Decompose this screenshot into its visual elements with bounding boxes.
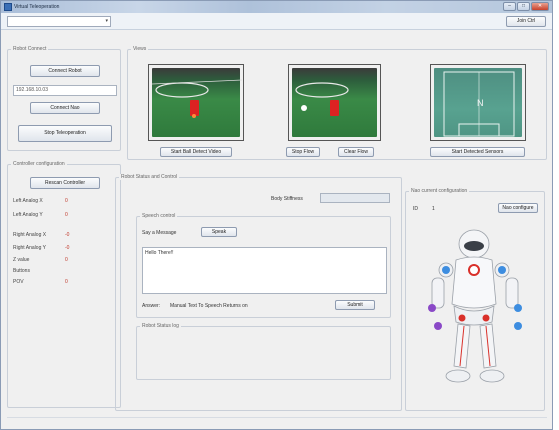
controller-row-label: Right Analog Y bbox=[13, 245, 46, 251]
nao-robot-diagram bbox=[428, 229, 522, 383]
controller-config-group: Controller configuration Rescan Controll… bbox=[7, 161, 121, 408]
field-center-circle bbox=[295, 82, 349, 98]
nao-id-label: ID bbox=[413, 206, 418, 212]
controller-row: Buttons bbox=[13, 268, 30, 274]
connect-nao-button[interactable]: Connect Nao bbox=[30, 102, 100, 114]
window-title: Virtual Teleoperation bbox=[14, 4, 60, 10]
status-log-group: Robot Status log bbox=[136, 323, 391, 380]
right-hip-joint bbox=[482, 314, 490, 322]
maximize-button[interactable]: □ bbox=[517, 2, 530, 11]
nao-configure-button[interactable]: Nao configure bbox=[498, 203, 538, 213]
right-foot bbox=[479, 369, 505, 383]
left-hip-joint bbox=[458, 314, 466, 322]
minimize-button[interactable]: – bbox=[503, 2, 516, 11]
controller-row-label: Right Analog X bbox=[13, 232, 47, 238]
start-ball-detect-button[interactable]: Start Ball Detect Video bbox=[160, 147, 232, 157]
speech-control-label: Speech control bbox=[140, 213, 178, 219]
nao-config-label: Nao current configuration bbox=[409, 188, 470, 194]
close-button[interactable]: ✕ bbox=[531, 2, 549, 11]
clear-flow-button[interactable]: Clear Flow bbox=[338, 147, 374, 157]
red-robot-marker bbox=[190, 100, 199, 116]
nao-id-value: 1 bbox=[432, 206, 435, 212]
player-marker: N bbox=[477, 98, 484, 108]
right-wrist-joint bbox=[514, 322, 522, 330]
nao-config-group: Nao current configuration ID 1 Nao confi… bbox=[405, 188, 545, 411]
stop-teleoperation-button[interactable]: Stop Teleoperation bbox=[18, 125, 112, 142]
answer-label: Answer: bbox=[142, 303, 161, 309]
nao-face-visor bbox=[464, 241, 484, 251]
controller-row-label: Left Analog X bbox=[13, 198, 43, 204]
right-arm bbox=[505, 277, 519, 309]
robot-select[interactable]: ▾ bbox=[7, 16, 111, 27]
controller-row: Z value 0 bbox=[13, 257, 68, 263]
ball-camera-view bbox=[148, 64, 244, 141]
flow-camera-view bbox=[288, 64, 381, 141]
rescan-controller-button[interactable]: Rescan Controller bbox=[30, 177, 100, 189]
controller-row-value: 0 bbox=[65, 212, 68, 218]
sensor-field-view: N bbox=[430, 64, 526, 141]
controller-row-label: Z value bbox=[13, 257, 30, 263]
window-controls: – □ ✕ bbox=[503, 2, 549, 11]
controller-row: POV 0 bbox=[13, 279, 68, 285]
say-message-label: Say a Message bbox=[142, 230, 177, 236]
controller-row: Right Analog X -0 bbox=[13, 232, 69, 238]
body-stiffness-label: Body Stiffness bbox=[271, 196, 303, 202]
app-icon bbox=[4, 3, 12, 11]
controller-row: Left Analog X 0 bbox=[13, 198, 68, 204]
submit-button[interactable]: Submit bbox=[335, 300, 375, 310]
top-toolbar: ▾ Join Ctrl bbox=[1, 13, 552, 30]
robot-connect-group: Robot Connect Connect Robot 192.168.10.0… bbox=[7, 46, 121, 151]
robot-connect-label: Robot Connect bbox=[11, 46, 49, 52]
controller-row-value: 0 bbox=[65, 257, 68, 263]
ip-address-field[interactable]: 192.168.10.03 bbox=[13, 85, 117, 96]
left-arm bbox=[431, 277, 445, 309]
flow-camera-scene bbox=[295, 82, 349, 116]
controller-row-label: Buttons bbox=[13, 268, 30, 274]
speak-button[interactable]: Speak bbox=[201, 227, 237, 237]
speech-control-group: Speech control Say a Message Speak Hello… bbox=[136, 213, 391, 318]
robot-status-group: Robot Status and Control Body Stiffness … bbox=[115, 174, 402, 411]
views-label: Views bbox=[131, 46, 149, 52]
ball-camera-scene bbox=[151, 79, 243, 118]
left-foot bbox=[445, 369, 471, 383]
ball-marker bbox=[192, 114, 196, 118]
connect-robot-button[interactable]: Connect Robot bbox=[30, 65, 100, 77]
title-bar[interactable]: Virtual Teleoperation – □ ✕ bbox=[1, 1, 552, 13]
status-log-label: Robot Status log bbox=[140, 323, 181, 329]
tracked-point bbox=[301, 105, 307, 111]
body-stiffness-field[interactable] bbox=[320, 193, 390, 203]
message-textarea[interactable]: Hello There!! bbox=[142, 247, 387, 294]
chevron-down-icon: ▾ bbox=[105, 18, 108, 24]
start-detected-sensors-button[interactable]: Start Detected Sensors bbox=[430, 147, 525, 157]
controller-row-value: 0 bbox=[65, 198, 68, 204]
controller-row-label: POV bbox=[13, 279, 24, 285]
controller-row-value: -0 bbox=[65, 245, 70, 251]
field-center-circle bbox=[155, 82, 209, 98]
controller-row-value: -0 bbox=[65, 232, 70, 238]
join-button[interactable]: Join Ctrl bbox=[506, 16, 546, 27]
controller-row-label: Left Analog Y bbox=[13, 212, 43, 218]
views-group: Views N Start Ball Detect Video Stop Flo… bbox=[127, 46, 547, 160]
bottom-separator bbox=[7, 417, 547, 418]
stop-flow-button[interactable]: Stop Flow bbox=[286, 147, 320, 157]
left-wrist-joint bbox=[434, 322, 442, 330]
red-robot-marker bbox=[330, 100, 339, 116]
field-line bbox=[151, 79, 243, 85]
main-window: Virtual Teleoperation – □ ✕ ▾ Join Ctrl … bbox=[0, 0, 553, 430]
robot-status-label: Robot Status and Control bbox=[119, 174, 180, 180]
controller-row: Left Analog Y 0 bbox=[13, 212, 68, 218]
right-shoulder-joint bbox=[498, 266, 506, 274]
controller-config-label: Controller configuration bbox=[11, 161, 67, 167]
right-elbow-joint bbox=[514, 304, 522, 312]
chest-joint bbox=[468, 264, 480, 276]
left-shoulder-joint bbox=[442, 266, 450, 274]
controller-row-value: 0 bbox=[65, 279, 68, 285]
left-elbow-joint bbox=[428, 304, 436, 312]
answer-value: Manual Text To Speech Returns on bbox=[170, 303, 248, 309]
field-3d-scene: N bbox=[443, 71, 515, 137]
controller-row: Right Analog Y -0 bbox=[13, 245, 69, 251]
